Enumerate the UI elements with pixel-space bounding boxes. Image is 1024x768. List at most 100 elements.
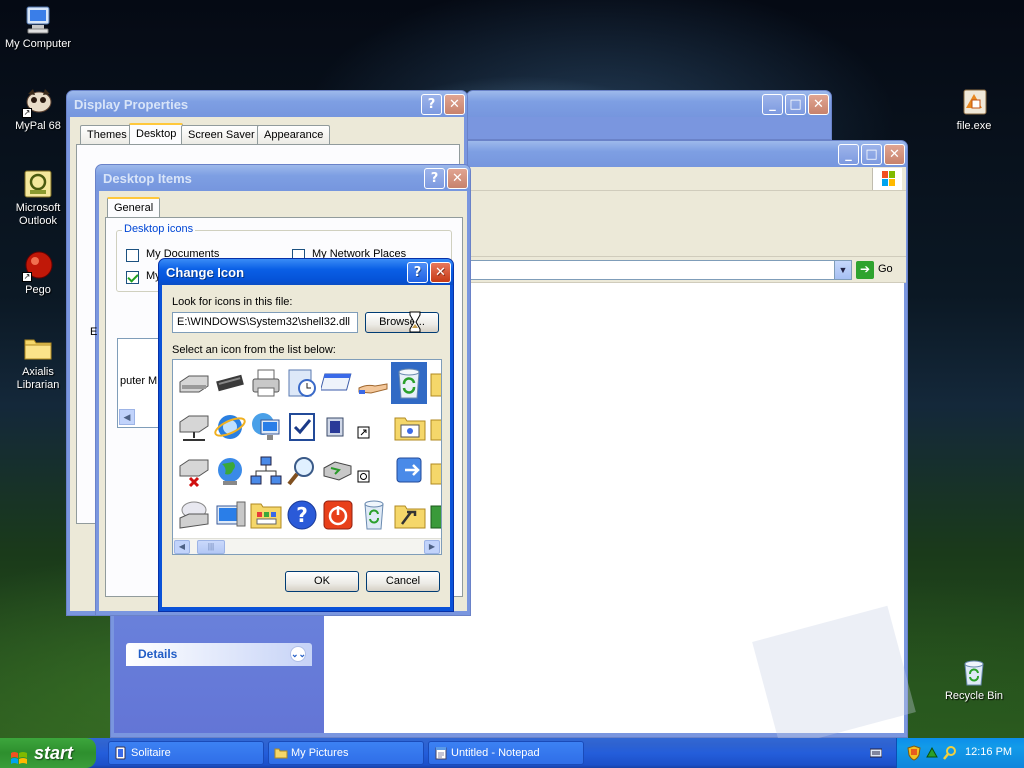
- windows-flag-icon: [10, 745, 28, 764]
- desktop-icon-recycle-bin[interactable]: Recycle Bin: [936, 656, 1012, 703]
- check-document-icon[interactable]: [285, 410, 319, 447]
- tab-general[interactable]: General: [107, 197, 161, 218]
- group-label: Desktop icons: [122, 223, 196, 235]
- taskbar-item-notepad[interactable]: Untitled - Notepad: [428, 741, 584, 765]
- browse-button[interactable]: Browse...: [365, 312, 439, 333]
- search-magnifier-icon[interactable]: [285, 454, 319, 491]
- globe-icon[interactable]: [213, 454, 247, 491]
- cancel-button[interactable]: Cancel: [366, 571, 440, 592]
- clock-overlay-icon[interactable]: [357, 470, 371, 487]
- close-button[interactable]: ✕: [430, 261, 451, 283]
- run-icon[interactable]: [321, 454, 355, 491]
- minimize-button[interactable]: _: [838, 143, 859, 165]
- tab-screen-saver[interactable]: Screen Saver: [181, 125, 262, 144]
- address-input[interactable]: ▼: [469, 260, 852, 280]
- memory-chip-icon[interactable]: [213, 366, 247, 403]
- tab-themes[interactable]: Themes: [80, 125, 134, 144]
- keyboard-icon[interactable]: [869, 748, 883, 758]
- cd-drive-icon[interactable]: [177, 498, 211, 535]
- search-tray-icon[interactable]: [943, 745, 957, 761]
- display-properties-titlebar: Display Properties ? ✕: [67, 91, 467, 117]
- taskbar-item-solitaire[interactable]: Solitaire: [108, 741, 264, 765]
- window-list-icon[interactable]: [319, 366, 355, 403]
- chevron-down-icon[interactable]: ⌄⌄: [290, 646, 306, 662]
- start-button[interactable]: start: [0, 738, 96, 768]
- recycle-bin-icon[interactable]: [357, 498, 391, 535]
- desktop-icon-my-computer[interactable]: My Computer: [0, 4, 76, 51]
- desktop-icon-axialis[interactable]: Axialis Librarian: [0, 332, 76, 392]
- details-panel-header[interactable]: Details ⌄⌄: [126, 643, 312, 666]
- network-computer-icon[interactable]: [249, 410, 283, 447]
- look-for-icons-label: Look for icons in this file:: [172, 296, 293, 308]
- desktop-icon-outlook[interactable]: Microsoft Outlook: [0, 168, 76, 228]
- close-button[interactable]: ✕: [884, 143, 905, 165]
- close-button[interactable]: ✕: [808, 93, 829, 115]
- folder-settings-icon[interactable]: [393, 410, 427, 447]
- hourglass-cursor-icon: [409, 311, 421, 333]
- desktop-icon-pego[interactable]: ↗ Pego: [0, 250, 76, 297]
- tab-label: Themes: [87, 129, 127, 141]
- printer-icon[interactable]: [249, 366, 283, 403]
- folder-partial-icon[interactable]: [429, 498, 441, 535]
- control-panel-icon[interactable]: [249, 498, 283, 535]
- tab-appearance[interactable]: Appearance: [257, 125, 331, 144]
- taskbar-item-label: Solitaire: [131, 747, 171, 759]
- drive-icon[interactable]: [177, 366, 211, 403]
- windows-logo-icon: [872, 168, 902, 190]
- truncated-label: puter: [120, 375, 146, 387]
- computer-icon[interactable]: [213, 498, 247, 535]
- taskbar-item-my-pictures[interactable]: My Pictures: [268, 741, 424, 765]
- taskbar-item-label: My Pictures: [291, 747, 349, 759]
- shut-down-icon[interactable]: [321, 498, 355, 535]
- minimize-button[interactable]: _: [762, 93, 783, 115]
- chevron-down-icon[interactable]: ▼: [834, 261, 851, 279]
- desktop-icon-mypal[interactable]: ↗ MyPal 68: [0, 86, 76, 133]
- svg-text:?: ?: [296, 503, 308, 527]
- maximize-button[interactable]: □: [785, 93, 806, 115]
- folder-tools-icon[interactable]: [393, 498, 427, 535]
- desktop-icon-file-exe[interactable]: file.exe: [936, 86, 1012, 133]
- browser-icon: ↗: [22, 86, 54, 118]
- ok-button[interactable]: OK: [285, 571, 359, 592]
- shared-hand-icon[interactable]: [357, 366, 391, 403]
- outlook-icon: [22, 168, 54, 200]
- help-button[interactable]: ?: [424, 167, 445, 189]
- speaker-icon[interactable]: [321, 410, 355, 447]
- help-button[interactable]: ?: [407, 261, 428, 283]
- go-button[interactable]: ➔ Go: [856, 260, 902, 280]
- folder-partial-icon[interactable]: [429, 454, 441, 491]
- ok-label: OK: [314, 575, 330, 587]
- scheduled-task-icon[interactable]: [285, 366, 319, 403]
- security-shield-icon[interactable]: [907, 745, 921, 761]
- checkbox-my[interactable]: [126, 271, 139, 284]
- folder-partial-icon[interactable]: [429, 366, 441, 403]
- scroll-right-button[interactable]: ▶: [424, 540, 440, 554]
- log-off-icon[interactable]: [393, 454, 427, 491]
- recycle-bin-icon-selected[interactable]: [391, 362, 427, 404]
- disconnected-drive-icon[interactable]: [177, 454, 211, 491]
- icon-list[interactable]: ? ◀ ||| ▶: [172, 359, 442, 555]
- checkbox-my-documents[interactable]: [126, 249, 139, 262]
- shortcut-overlay-icon[interactable]: [357, 426, 371, 443]
- icon-list-scrollbar[interactable]: ◀ ||| ▶: [173, 538, 441, 554]
- tab-label: General: [114, 202, 154, 214]
- recycle-bin-icon: [958, 656, 990, 688]
- scroll-left-button[interactable]: ◀: [174, 540, 190, 554]
- network-icon[interactable]: [249, 454, 283, 491]
- close-button[interactable]: ✕: [444, 93, 465, 115]
- network-tray-icon[interactable]: [925, 745, 939, 761]
- tab-desktop[interactable]: Desktop: [129, 123, 184, 144]
- help-button[interactable]: ?: [421, 93, 442, 115]
- close-button[interactable]: ✕: [447, 167, 468, 189]
- folder-partial-icon[interactable]: [429, 410, 441, 447]
- shortcut-arrow-icon: ↗: [22, 108, 32, 118]
- internet-explorer-icon[interactable]: [213, 410, 247, 447]
- scroll-thumb[interactable]: |||: [197, 540, 225, 554]
- help-icon[interactable]: ?: [285, 498, 319, 535]
- icon-file-input[interactable]: E:\WINDOWS\System32\shell32.dll: [172, 312, 358, 333]
- maximize-button[interactable]: □: [861, 143, 882, 165]
- scroll-left-button[interactable]: ◀: [119, 409, 135, 425]
- start-label: start: [34, 743, 74, 763]
- clock[interactable]: 12:16 PM: [965, 746, 1012, 758]
- network-drive-icon[interactable]: [177, 410, 211, 447]
